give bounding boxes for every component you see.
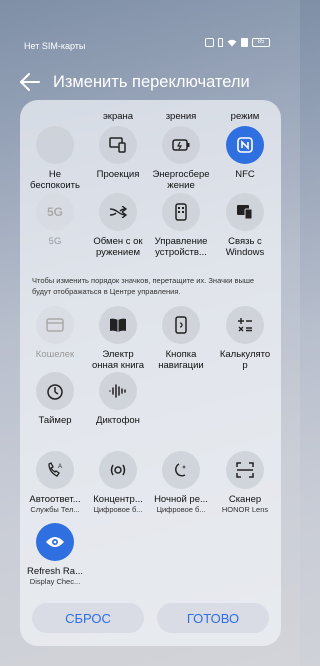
tile-label: Проекция: [96, 169, 140, 180]
windows-link-icon: [226, 193, 264, 231]
wallet-icon: [36, 306, 74, 344]
eye-icon: [36, 523, 74, 561]
tile-night-mode[interactable]: Ночной ре... Цифровое б...: [151, 451, 211, 514]
auto-answer-icon: A: [36, 451, 74, 489]
battery-saver-icon: [162, 126, 200, 164]
tile-device-control[interactable]: Управление устройств...: [151, 193, 211, 258]
recorder-icon: [99, 372, 137, 410]
moon-icon: [36, 126, 74, 164]
focus-icon: [99, 451, 137, 489]
timer-icon: [36, 372, 74, 410]
nfc-icon: [226, 126, 264, 164]
cut-label-mode: режим: [230, 111, 260, 122]
tile-label: Не беспокоить: [30, 169, 80, 191]
tile-label: Refresh Ra...: [27, 566, 83, 577]
wifi-status-icon: [227, 39, 237, 46]
tile-nfc[interactable]: NFC: [215, 126, 275, 180]
tile-label: NFC: [235, 169, 255, 180]
5g-icon: 5G: [36, 193, 74, 231]
vibrate-status-icon: [218, 38, 223, 47]
tile-label: Связь с Windows: [225, 236, 265, 258]
status-icons: 85: [205, 38, 270, 47]
share-icon: [99, 193, 137, 231]
device-control-icon: [162, 193, 200, 231]
tile-refresh-rate[interactable]: Refresh Ra... Display Chec...: [25, 523, 85, 586]
tile-label: Энергосбере жение: [152, 169, 210, 191]
tile-timer[interactable]: Таймер: [25, 372, 85, 426]
tile-label: Концентр...: [93, 494, 143, 505]
scanner-icon: [226, 451, 264, 489]
tile-label: Ночной ре...: [154, 494, 208, 505]
tile-calculator[interactable]: Калькулято р: [215, 306, 275, 371]
tile-sublabel: HONOR Lens: [221, 505, 269, 514]
header: Изменить переключатели: [0, 66, 300, 98]
toggles-panel: экрана зрения режим Не беспокоить Проекци…: [20, 100, 281, 646]
reset-button[interactable]: СБРОС: [32, 603, 144, 633]
tile-do-not-disturb[interactable]: Не беспокоить: [25, 126, 85, 191]
tile-sublabel: Цифровое б...: [156, 505, 206, 514]
tile-nearby-share[interactable]: Обмен с ок ружением: [88, 193, 148, 258]
calculator-icon: [226, 306, 264, 344]
book-icon: [99, 306, 137, 344]
tile-label: Автоответ...: [29, 494, 81, 505]
svg-text:A: A: [58, 464, 62, 470]
nfc-status-icon: [205, 38, 214, 47]
back-arrow-icon: [20, 73, 40, 91]
reorder-hint: Чтобы изменить порядок значков, перетащи…: [32, 276, 255, 296]
tile-sublabel: Цифровое б...: [93, 505, 143, 514]
projection-icon: [99, 126, 137, 164]
tile-5g[interactable]: 5G 5G: [25, 193, 85, 247]
tile-windows-link[interactable]: Связь с Windows: [215, 193, 275, 258]
tile-ebook[interactable]: Электр онная книга: [88, 306, 148, 371]
cut-label-vision: зрения: [165, 111, 197, 122]
tile-label: Обмен с ок ружением: [93, 236, 143, 258]
tile-label: Кошелек: [35, 349, 75, 360]
battery-status-icon: 85: [252, 38, 270, 47]
tile-label: Кнопка навигации: [158, 349, 204, 371]
done-button[interactable]: ГОТОВО: [157, 603, 269, 633]
tile-focus[interactable]: Концентр... Цифровое б...: [88, 451, 148, 514]
cut-label-screen: экрана: [102, 111, 134, 122]
tile-label: Сканер: [228, 494, 262, 505]
tile-wallet[interactable]: Кошелек: [25, 306, 85, 360]
battery-saver-status-icon: [241, 38, 248, 47]
tile-label: Калькулято р: [219, 349, 271, 371]
tile-sublabel: Display Chec...: [29, 577, 81, 586]
nav-button-icon: [162, 306, 200, 344]
tile-label: Управление устройств...: [154, 236, 208, 258]
page-title: Изменить переключатели: [53, 73, 250, 91]
tile-sublabel: Службы Тел...: [30, 505, 80, 514]
tile-battery-saver[interactable]: Энергосбере жение: [151, 126, 211, 191]
tile-auto-answer[interactable]: A Автоответ... Службы Тел...: [25, 451, 85, 514]
tile-label: 5G: [48, 236, 62, 247]
status-bar: Нет SIM-карты 85: [0, 0, 300, 51]
back-button[interactable]: [18, 70, 42, 94]
tile-projection[interactable]: Проекция: [88, 126, 148, 180]
tile-label: Электр онная книга: [91, 349, 145, 371]
tile-recorder[interactable]: Диктофон: [88, 372, 148, 426]
tile-scanner[interactable]: Сканер HONOR Lens: [215, 451, 275, 514]
tile-nav-button[interactable]: Кнопка навигации: [151, 306, 211, 371]
tile-label: Таймер: [38, 415, 72, 426]
night-mode-icon: [162, 451, 200, 489]
tile-label: Диктофон: [96, 415, 140, 426]
carrier-text: Нет SIM-карты: [24, 41, 86, 51]
